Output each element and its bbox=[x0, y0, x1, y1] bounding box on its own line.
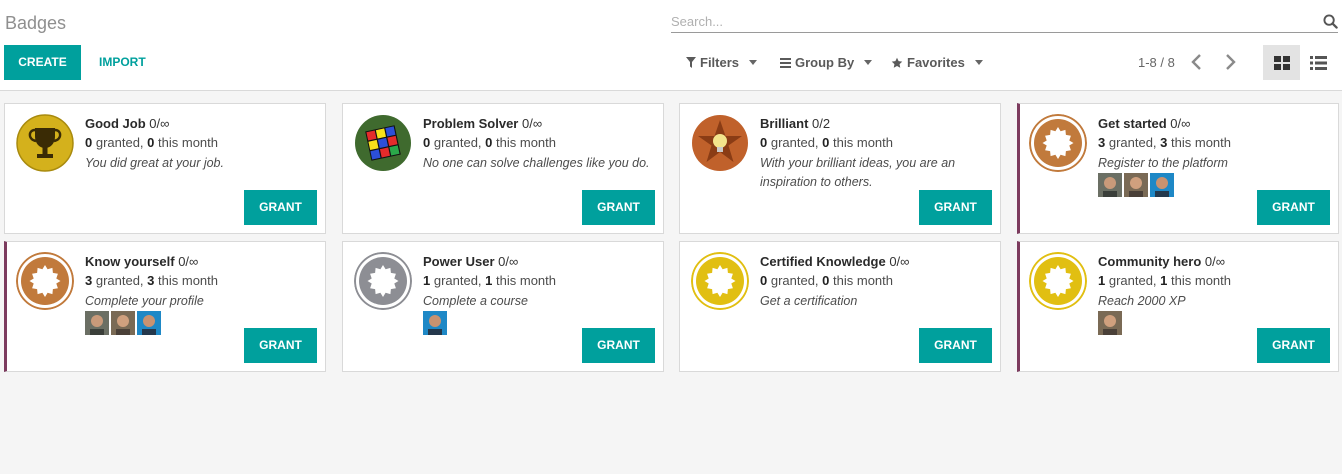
badge-grant-count: 1 granted, 1 this month bbox=[423, 273, 556, 288]
grant-button[interactable]: GRANT bbox=[244, 190, 317, 225]
badge-card-community-hero[interactable]: Community hero 0/∞ 1 granted, 1 this mon… bbox=[1017, 241, 1339, 372]
control-panel: Badges CREATE IMPORT Filters Group By Fa… bbox=[0, 0, 1342, 91]
badge-name: Get started 0/∞ bbox=[1098, 116, 1191, 131]
user-avatar[interactable] bbox=[1098, 311, 1122, 335]
badge-description: No one can solve challenges like you do. bbox=[423, 156, 650, 170]
caret-down-icon bbox=[864, 60, 873, 65]
trophy-icon bbox=[16, 114, 74, 172]
badge-description: Register to the platform bbox=[1098, 156, 1228, 170]
lightbulb-star-icon bbox=[692, 115, 748, 171]
user-avatar[interactable] bbox=[1150, 173, 1174, 197]
user-avatar[interactable] bbox=[137, 311, 161, 335]
kanban-grid-icon bbox=[1273, 55, 1290, 70]
list-icon bbox=[1310, 55, 1327, 70]
badge-description: Complete a course bbox=[423, 294, 528, 308]
group-by-dropdown[interactable]: Group By bbox=[780, 55, 873, 70]
import-button[interactable]: IMPORT bbox=[99, 55, 146, 69]
badge-name: Problem Solver 0/∞ bbox=[423, 116, 543, 131]
group-by-label: Group By bbox=[795, 55, 855, 70]
granted-users bbox=[423, 311, 447, 335]
badge-name: Good Job 0/∞ bbox=[85, 116, 170, 131]
badge-grant-count: 0 granted, 0 this month bbox=[760, 273, 893, 288]
gold-seal-icon bbox=[1029, 252, 1087, 310]
badge-grant-count: 3 granted, 3 this month bbox=[1098, 135, 1231, 150]
badge-name: Brilliant 0/2 bbox=[760, 116, 831, 131]
kanban-view-button[interactable] bbox=[1263, 45, 1300, 80]
page-title: Badges bbox=[5, 13, 67, 33]
badge-card-good-job[interactable]: Good Job 0/∞ 0 granted, 0 this month You… bbox=[4, 103, 326, 234]
badge-description: You did great at your job. bbox=[85, 156, 224, 170]
search-bar bbox=[671, 12, 1338, 33]
badge-description: Complete your profile bbox=[85, 294, 204, 308]
granted-users bbox=[1098, 173, 1174, 197]
list-view-button[interactable] bbox=[1300, 45, 1337, 80]
grant-button[interactable]: GRANT bbox=[582, 190, 655, 225]
favorites-dropdown[interactable]: Favorites bbox=[891, 55, 983, 70]
search-input[interactable] bbox=[671, 12, 1311, 30]
badge-card-problem-solver[interactable]: Problem Solver 0/∞ 0 granted, 0 this mon… bbox=[342, 103, 664, 234]
grant-button[interactable]: GRANT bbox=[919, 328, 992, 363]
badge-card-certified-knowledge[interactable]: Certified Knowledge 0/∞ 0 granted, 0 thi… bbox=[679, 241, 1001, 372]
chevron-left-icon[interactable] bbox=[1187, 52, 1207, 72]
granted-users bbox=[1098, 311, 1122, 335]
user-avatar[interactable] bbox=[1124, 173, 1148, 197]
silver-seal-icon bbox=[354, 252, 412, 310]
pager-value[interactable]: 1-8 / 8 bbox=[1138, 55, 1175, 70]
grant-button[interactable]: GRANT bbox=[1257, 328, 1330, 363]
badge-name: Power User 0/∞ bbox=[423, 254, 519, 269]
caret-down-icon bbox=[749, 60, 758, 65]
favorites-label: Favorites bbox=[907, 55, 965, 70]
grant-button[interactable]: GRANT bbox=[1257, 190, 1330, 225]
badge-name: Certified Knowledge 0/∞ bbox=[760, 254, 910, 269]
search-icon[interactable] bbox=[1323, 14, 1338, 29]
badge-card-know-yourself[interactable]: Know yourself 0/∞ 3 granted, 3 this mont… bbox=[4, 241, 326, 372]
bronze-seal-icon bbox=[1029, 114, 1087, 172]
user-avatar[interactable] bbox=[85, 311, 109, 335]
badge-name: Community hero 0/∞ bbox=[1098, 254, 1226, 269]
badge-card-brilliant[interactable]: Brilliant 0/2 0 granted, 0 this month Wi… bbox=[679, 103, 1001, 234]
badge-grant-count: 3 granted, 3 this month bbox=[85, 273, 218, 288]
bars-icon bbox=[780, 57, 791, 68]
create-button[interactable]: CREATE bbox=[4, 45, 81, 80]
gold-seal-icon bbox=[691, 252, 749, 310]
badge-description: Get a certification bbox=[760, 294, 858, 308]
star-icon bbox=[891, 57, 903, 68]
filters-label: Filters bbox=[700, 55, 740, 70]
rubiks-cube-icon bbox=[355, 115, 411, 171]
chevron-right-icon[interactable] bbox=[1220, 52, 1240, 72]
badge-grant-count: 0 granted, 0 this month bbox=[85, 135, 218, 150]
filter-icon bbox=[686, 57, 696, 68]
user-avatar[interactable] bbox=[111, 311, 135, 335]
filters-dropdown[interactable]: Filters bbox=[686, 55, 758, 70]
user-avatar[interactable] bbox=[423, 311, 447, 335]
caret-down-icon bbox=[974, 60, 983, 65]
badge-name: Know yourself 0/∞ bbox=[85, 254, 199, 269]
grant-button[interactable]: GRANT bbox=[582, 328, 655, 363]
badge-description: Reach 2000 XP bbox=[1098, 294, 1186, 308]
badge-grant-count: 1 granted, 1 this month bbox=[1098, 273, 1231, 288]
badge-grant-count: 0 granted, 0 this month bbox=[760, 135, 893, 150]
badge-card-get-started[interactable]: Get started 0/∞ 3 granted, 3 this month … bbox=[1017, 103, 1339, 234]
bronze-seal-icon bbox=[16, 252, 74, 310]
badge-card-power-user[interactable]: Power User 0/∞ 1 granted, 1 this month C… bbox=[342, 241, 664, 372]
badge-grant-count: 0 granted, 0 this month bbox=[423, 135, 556, 150]
badge-description: With your brilliant ideas, you are an in… bbox=[760, 156, 956, 189]
grant-button[interactable]: GRANT bbox=[244, 328, 317, 363]
grant-button[interactable]: GRANT bbox=[919, 190, 992, 225]
user-avatar[interactable] bbox=[1098, 173, 1122, 197]
granted-users bbox=[85, 311, 161, 335]
